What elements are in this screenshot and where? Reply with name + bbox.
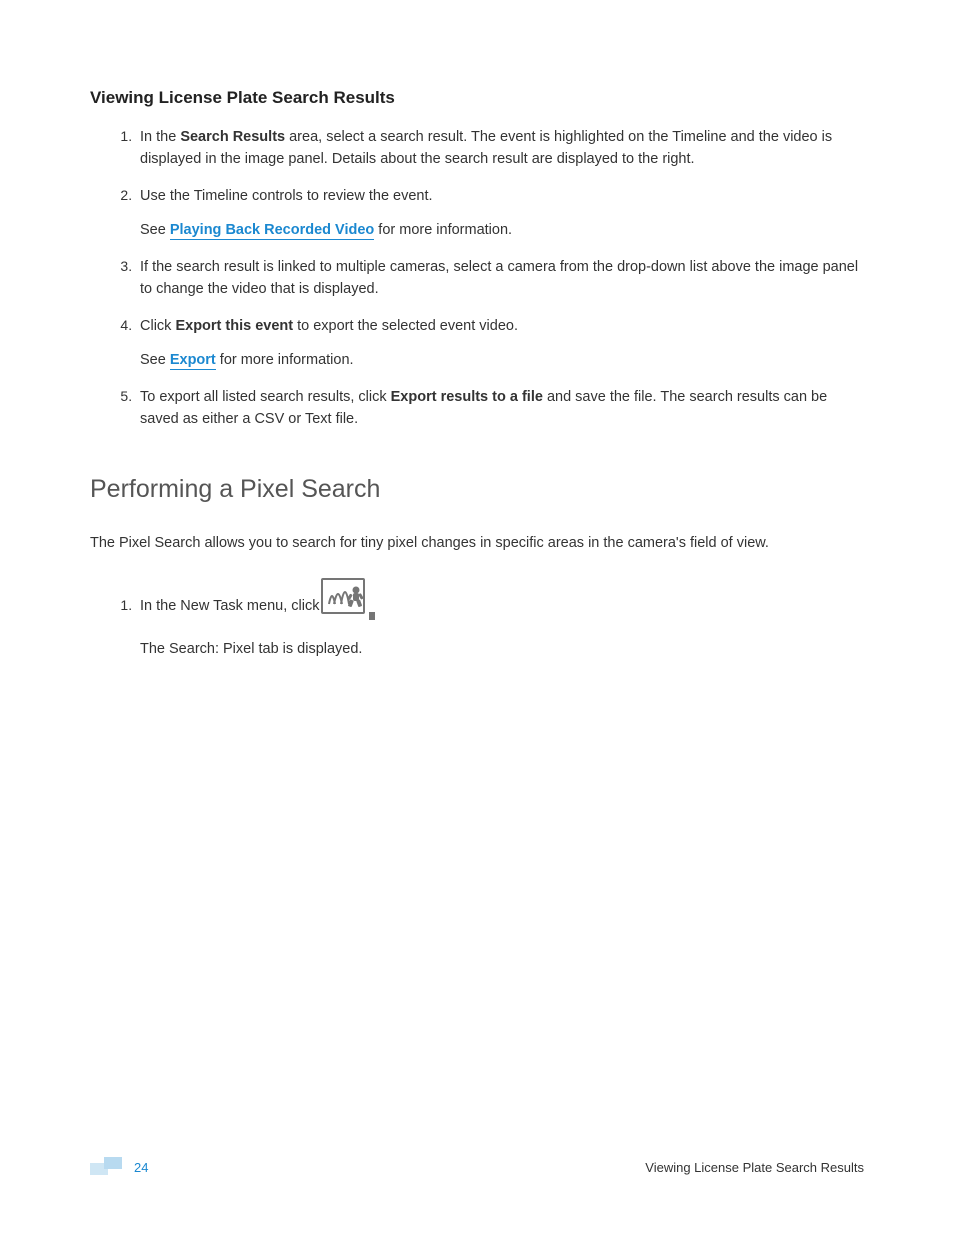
step-item: Click Export this event to export the se… bbox=[136, 315, 864, 372]
step-subtext: The Search: Pixel tab is displayed. bbox=[140, 638, 864, 660]
footer-title: Viewing License Plate Search Results bbox=[645, 1160, 864, 1175]
bold-term: Search Results bbox=[180, 129, 285, 145]
step-text: Click Export this event to export the se… bbox=[140, 315, 864, 337]
page-number: 24 bbox=[134, 1160, 148, 1175]
step-text: If the search result is linked to multip… bbox=[140, 259, 858, 297]
text-fragment: for more information. bbox=[216, 352, 354, 368]
bold-term: Export this event bbox=[175, 318, 293, 334]
link-playing-back-recorded-video[interactable]: Playing Back Recorded Video bbox=[170, 222, 374, 240]
step-text: In the Search Results area, select a sea… bbox=[140, 129, 832, 167]
step-subtext: See Playing Back Recorded Video for more… bbox=[140, 219, 864, 241]
text-fragment: to export the selected event video. bbox=[293, 318, 518, 334]
text-fragment: See bbox=[140, 222, 170, 238]
page-footer: 24 Viewing License Plate Search Results bbox=[90, 1157, 864, 1177]
step-item: To export all listed search results, cli… bbox=[136, 386, 864, 431]
footer-left: 24 bbox=[90, 1157, 148, 1177]
text-fragment: In the bbox=[140, 129, 180, 145]
section-heading-viewing: Viewing License Plate Search Results bbox=[90, 88, 864, 108]
step-item: Use the Timeline controls to review the … bbox=[136, 185, 864, 242]
text-fragment: In the New Task menu, click bbox=[140, 595, 319, 617]
bold-term: Export results to a file bbox=[391, 389, 543, 405]
step-item: If the search result is linked to multip… bbox=[136, 256, 864, 301]
pixel-search-icon bbox=[321, 578, 375, 617]
text-fragment: for more information. bbox=[374, 222, 512, 238]
intro-paragraph: The Pixel Search allows you to search fo… bbox=[90, 532, 864, 554]
text-fragment: To export all listed search results, cli… bbox=[140, 389, 391, 405]
footer-decoration-icon bbox=[90, 1157, 124, 1177]
steps-list-2: In the New Task menu, click bbox=[90, 578, 864, 660]
text-fragment: See bbox=[140, 352, 170, 368]
step-item: In the Search Results area, select a sea… bbox=[136, 126, 864, 171]
step-text: In the New Task menu, click bbox=[140, 578, 375, 617]
link-export[interactable]: Export bbox=[170, 352, 216, 370]
step-text: Use the Timeline controls to review the … bbox=[140, 185, 864, 207]
step-text: To export all listed search results, cli… bbox=[140, 389, 827, 427]
step-subtext: See Export for more information. bbox=[140, 349, 864, 371]
steps-list-1: In the Search Results area, select a sea… bbox=[90, 126, 864, 431]
document-page: Viewing License Plate Search Results In … bbox=[0, 0, 954, 660]
text-fragment: Click bbox=[140, 318, 175, 334]
major-heading-pixel-search: Performing a Pixel Search bbox=[90, 475, 864, 504]
step-item: In the New Task menu, click bbox=[136, 578, 864, 660]
